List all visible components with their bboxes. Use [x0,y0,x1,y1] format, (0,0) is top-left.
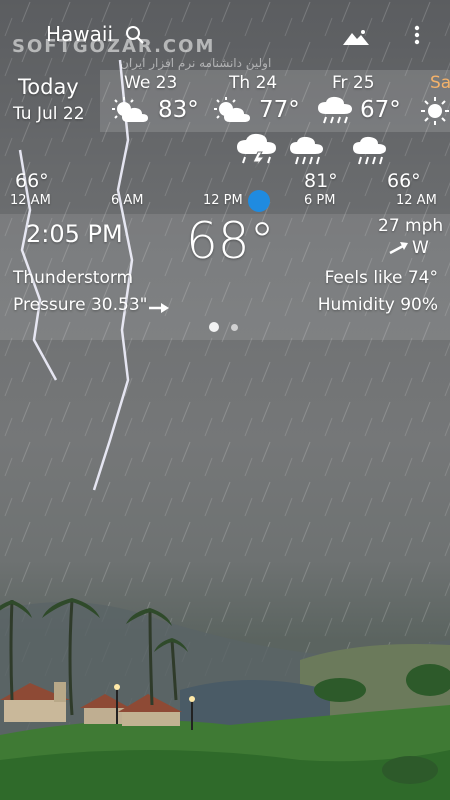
wind-direction-arrow-icon [389,242,408,255]
forecast-day-label: Th 24 [229,73,278,93]
current-time: 2:05 PM [26,220,123,248]
hourly-temp: 66° [15,170,49,192]
today-label: Today [18,75,79,99]
background-landscape-icon[interactable] [342,28,370,46]
rain-icon [353,136,386,165]
hourly-time: 12 AM [10,193,51,208]
today-date: Tu Jul 22 [13,104,85,124]
current-time-marker[interactable] [248,190,270,212]
forecast-day-label: Fr 25 [332,73,375,93]
weather-condition: Thunderstorm [13,268,134,288]
watermark-subtitle: اولین دانشنامه نرم افزار ایران [120,56,272,70]
feels-like: Feels like 74° [324,268,438,288]
rain-icon [318,96,352,124]
page-indicator-dot-active[interactable] [209,322,219,332]
overflow-menu-icon[interactable] [410,24,424,46]
current-temperature: 68° [186,212,275,270]
hourly-time: 12 PM [203,193,243,208]
hourly-time: 6 PM [304,193,336,208]
wind-direction: W [412,238,429,258]
page-indicator-dot[interactable] [231,324,238,331]
thunderstorm-icon [237,133,276,168]
forecast-day-label: Sa [430,73,450,93]
partly-cloudy-icon [214,97,250,122]
pressure-trend-arrow-icon [149,303,169,313]
forecast-day-temp: 67° [360,97,401,123]
forecast-day-label: We 23 [124,73,178,93]
hourly-temp: 81° [304,170,338,192]
forecast-day-temp: 77° [259,97,300,123]
hourly-time: 6 AM [111,193,144,208]
watermark-title: SOFTGOZAR.COM [12,36,216,57]
hourly-temp: 66° [387,170,421,192]
wind-speed: 27 mph [378,216,444,236]
sun-icon [421,97,449,125]
pressure: Pressure 30.53" [13,295,148,315]
rain-icon [290,136,323,165]
partly-cloudy-icon [112,97,148,122]
hourly-time: 12 AM [396,193,437,208]
forecast-day-temp: 83° [158,97,199,123]
humidity: Humidity 90% [317,295,438,315]
